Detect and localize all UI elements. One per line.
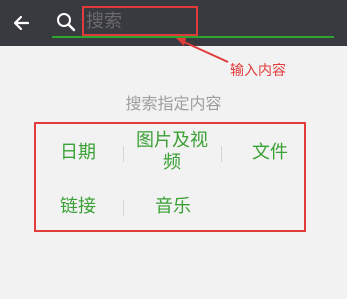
section-title: 搜索指定内容 bbox=[125, 94, 222, 113]
category-images-videos[interactable]: 图片及视频 bbox=[128, 130, 216, 174]
category-links[interactable]: 链接 bbox=[48, 196, 108, 218]
divider bbox=[123, 200, 124, 216]
callout-arrow bbox=[176, 38, 229, 63]
input-highlight-box bbox=[82, 6, 198, 36]
callout-label: 输入内容 bbox=[230, 63, 286, 79]
divider bbox=[123, 146, 124, 162]
category-date[interactable]: 日期 bbox=[48, 142, 108, 164]
category-music[interactable]: 音乐 bbox=[143, 196, 203, 218]
back-arrow-icon[interactable] bbox=[12, 11, 32, 35]
divider bbox=[221, 146, 222, 162]
category-files[interactable]: 文件 bbox=[240, 142, 300, 164]
search-icon bbox=[57, 13, 76, 32]
app-screen: 搜索 输入内容 搜索指定内容 日期 图片及视频 文件 链接 音乐 bbox=[0, 0, 347, 299]
